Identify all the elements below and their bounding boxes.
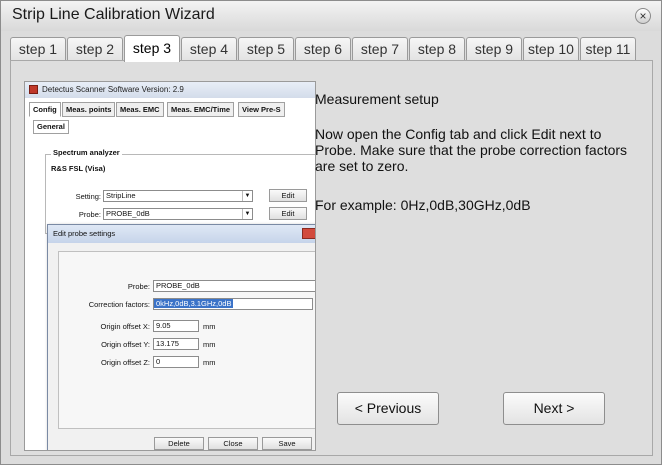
dialog-probe-label: Probe: — [127, 282, 150, 291]
screenshot-tab-config: Config — [29, 102, 61, 117]
tab-step-3[interactable]: step 3 — [124, 35, 180, 62]
tab-step-9[interactable]: step 9 — [466, 37, 522, 61]
screenshot-analyzer-value: R&S FSL (Visa) — [51, 164, 106, 173]
screenshot-setting-field: StripLine ▼ — [103, 190, 253, 202]
dialog-offset-x-unit: mm — [203, 322, 216, 331]
step-heading: Measurement setup — [315, 91, 439, 107]
chevron-down-icon: ▼ — [242, 209, 252, 219]
step-example: For example: 0Hz,0dB,30GHz,0dB — [315, 197, 531, 213]
dialog-offset-y-field: 13.175 — [153, 338, 199, 350]
window-title: Strip Line Calibration Wizard — [12, 6, 215, 23]
next-button[interactable]: Next > — [503, 392, 605, 425]
screenshot-edit-probe-dialog: Edit probe settings Probe: PROBE_0dB Cor… — [47, 224, 315, 450]
tab-step-4[interactable]: step 4 — [181, 37, 237, 61]
dialog-correction-value: 0kHz,0dB,3.1GHz,0dB — [154, 299, 234, 308]
dialog-save-button: Save — [262, 437, 312, 450]
dialog-correction-label: Correction factors: — [88, 300, 150, 309]
close-icon — [302, 228, 315, 239]
title-bar: Strip Line Calibration Wizard × — [1, 1, 661, 31]
tab-step-8[interactable]: step 8 — [409, 37, 465, 61]
tab-step-6[interactable]: step 6 — [295, 37, 351, 61]
screenshot-setting-label: Setting: — [75, 192, 101, 201]
step-panel: Detectus Scanner Software Version: 2.9 C… — [10, 60, 653, 456]
dialog-delete-button: Delete — [154, 437, 204, 450]
tab-step-7[interactable]: step 7 — [352, 37, 408, 61]
step-instructions: Now open the Config tab and click Edit n… — [315, 126, 628, 174]
screenshot-tab-meas-emc: Meas. EMC — [116, 102, 164, 117]
screenshot-probe-field: PROBE_0dB ▼ — [103, 208, 253, 220]
app-icon — [29, 85, 38, 94]
previous-button[interactable]: < Previous — [337, 392, 439, 425]
dialog-offset-z-label: Origin offset Z: — [100, 358, 150, 367]
dialog-title: Edit probe settings — [48, 225, 315, 243]
dialog-offset-x-field: 9.05 — [153, 320, 199, 332]
chevron-down-icon: ▼ — [242, 191, 252, 201]
dialog-offset-y-value: 13.175 — [156, 339, 179, 348]
screenshot-tab-meas-emc-time: Meas. EMC/Time — [167, 102, 235, 117]
dialog-offset-z-unit: mm — [203, 358, 216, 367]
screenshot-tabs: Config Meas. points Meas. EMC Meas. EMC/… — [29, 102, 315, 118]
dialog-offset-y-label: Origin offset Y: — [101, 340, 150, 349]
close-icon[interactable]: × — [635, 8, 651, 24]
screenshot-tab-view-pre: View Pre-S — [238, 102, 285, 117]
screenshot-group-label: Spectrum analyzer — [51, 148, 122, 157]
dialog-offset-z-field: 0 — [153, 356, 199, 368]
tab-step-11[interactable]: step 11 — [580, 37, 636, 61]
screenshot-edit-button: Edit — [269, 207, 307, 220]
screenshot-subtab-general: General — [33, 120, 69, 134]
step-tabs: step 1 step 2 step 3 step 4 step 5 step … — [10, 35, 650, 62]
screenshot-probe-value: PROBE_0dB — [106, 209, 150, 218]
screenshot-app-title: Detectus Scanner Software Version: 2.9 — [42, 85, 184, 94]
tab-step-5[interactable]: step 5 — [238, 37, 294, 61]
dialog-offset-y-unit: mm — [203, 340, 216, 349]
tab-step-1[interactable]: step 1 — [10, 37, 66, 61]
dialog-offset-x-value: 9.05 — [156, 321, 171, 330]
screenshot-titlebar: Detectus Scanner Software Version: 2.9 — [25, 82, 315, 98]
screenshot-tab-meas-points: Meas. points — [62, 102, 116, 117]
dialog-correction-field: 0kHz,0dB,3.1GHz,0dB — [153, 298, 313, 310]
dialog-offset-z-value: 0 — [156, 357, 161, 366]
tab-step-2[interactable]: step 2 — [67, 37, 123, 61]
screenshot-setting-value: StripLine — [106, 191, 136, 200]
example-screenshot: Detectus Scanner Software Version: 2.9 C… — [24, 81, 316, 451]
wizard-window: Strip Line Calibration Wizard × step 1 s… — [0, 0, 662, 465]
dialog-probe-field: PROBE_0dB — [153, 280, 315, 292]
screenshot-edit-button: Edit — [269, 189, 307, 202]
dialog-offset-x-label: Origin offset X: — [100, 322, 150, 331]
screenshot-probe-label: Probe: — [78, 210, 101, 219]
tab-step-10[interactable]: step 10 — [523, 37, 579, 61]
dialog-probe-value: PROBE_0dB — [156, 281, 200, 290]
dialog-close-button: Close — [208, 437, 258, 450]
